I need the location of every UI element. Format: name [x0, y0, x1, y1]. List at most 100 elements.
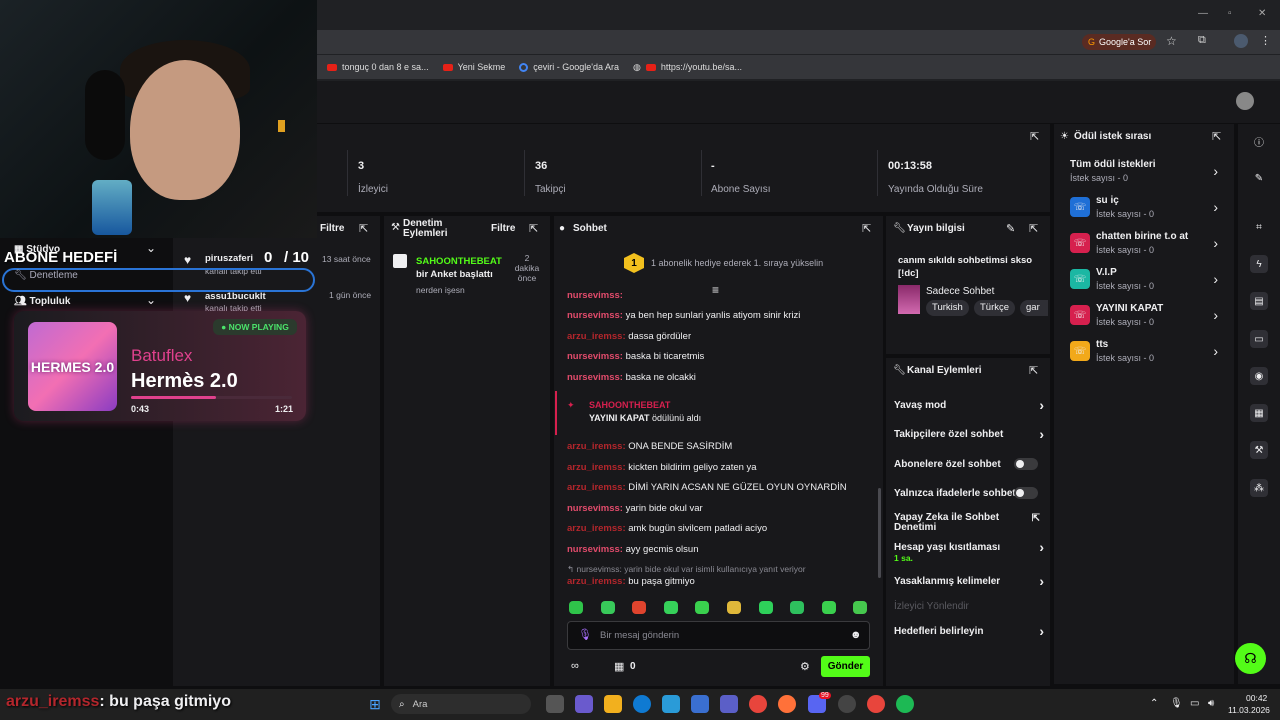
- reward-count: İstek sayısı - 0: [1096, 317, 1155, 327]
- bookmark-item[interactable]: çeviri - Google'da Ara: [519, 62, 619, 72]
- popout-icon[interactable]: ⇱: [1029, 222, 1038, 235]
- reward-item[interactable]: ☏ su iç İstek sayısı - 0 ›: [1068, 195, 1228, 225]
- reward-item[interactable]: ☏ V.I.P İstek sayısı - 0 ›: [1068, 267, 1228, 297]
- firefox-icon[interactable]: [778, 695, 796, 713]
- minimize-icon[interactable]: —: [1198, 8, 1208, 19]
- filter-icon[interactable]: ≡: [712, 283, 719, 297]
- broadcast-icon[interactable]: ◉: [1250, 367, 1268, 385]
- emote-icon[interactable]: [663, 601, 678, 614]
- edge-icon[interactable]: [633, 695, 651, 713]
- chat-text: ya ben hep sunlari yanlis atiyom sinir k…: [625, 310, 801, 321]
- popout-icon[interactable]: ⇱: [862, 222, 871, 235]
- star-icon[interactable]: ☆: [1166, 34, 1177, 48]
- chat-scrollbar[interactable]: [878, 488, 881, 578]
- toggle-switch[interactable]: [1014, 487, 1038, 499]
- emote-icon[interactable]: [790, 601, 805, 614]
- notification-badge: 99: [819, 692, 831, 699]
- store-icon[interactable]: ▦: [614, 660, 624, 673]
- chevron-up-icon[interactable]: ⌃: [1150, 698, 1158, 709]
- layout-icon[interactable]: ▦: [1250, 404, 1268, 422]
- popout-icon[interactable]: ⇱: [359, 222, 368, 235]
- pen-icon[interactable]: ✎: [1250, 169, 1268, 187]
- obs-icon[interactable]: [838, 695, 856, 713]
- chrome-icon[interactable]: [749, 695, 767, 713]
- edit-icon[interactable]: ✎: [1006, 222, 1015, 235]
- tag[interactable]: Türkçe: [974, 300, 1016, 316]
- microphone-icon[interactable]: 🎙︎: [578, 628, 592, 641]
- popout-icon[interactable]: ⇱: [1212, 130, 1221, 143]
- copilot-icon[interactable]: [575, 695, 593, 713]
- bolt-icon[interactable]: ϟ: [1250, 255, 1268, 273]
- popout-icon[interactable]: ⇱: [529, 222, 538, 235]
- channel-action-item[interactable]: Takipçilere özel sohbet ›: [894, 426, 1044, 442]
- avatar[interactable]: [1236, 92, 1254, 110]
- folder-icon[interactable]: [604, 695, 622, 713]
- mail-icon[interactable]: [691, 695, 709, 713]
- support-button[interactable]: ☊: [1235, 643, 1266, 674]
- reward-item[interactable]: ☏ chatten birine t.o at İstek sayısı - 0 ›: [1068, 231, 1228, 261]
- bookmark-item[interactable]: Yeni Sekme: [442, 62, 505, 72]
- emote-icon[interactable]: [727, 601, 741, 614]
- info-icon[interactable]: ⓘ: [1250, 132, 1268, 150]
- teams-icon[interactable]: [720, 695, 738, 713]
- maximize-icon[interactable]: ▫: [1228, 8, 1232, 19]
- chevron-down-icon[interactable]: ⌄: [146, 293, 156, 307]
- channel-action-item[interactable]: Yavaş mod ›: [894, 397, 1044, 413]
- chat-username: arzu_iremss:: [567, 523, 626, 535]
- divider: [701, 150, 702, 196]
- reward-item[interactable]: ☏ tts İstek sayısı - 0 ›: [1068, 339, 1228, 369]
- sidebar-item-community[interactable]: 👥︎ Topluluk: [14, 296, 70, 307]
- reward-item[interactable]: ☏ YAYINI KAPAT İstek sayısı - 0 ›: [1068, 303, 1228, 333]
- emote-icon[interactable]: [600, 601, 615, 614]
- chat-message: arzu_iremss: dassa gördüler: [567, 331, 877, 342]
- store-icon[interactable]: [662, 695, 680, 713]
- emote-icon[interactable]: [758, 601, 773, 614]
- reward-all-requests[interactable]: Tüm ödül istekleri İstek sayısı - 0 ›: [1068, 159, 1228, 189]
- chat-bubble-icon[interactable]: ▭: [1250, 330, 1268, 348]
- chrome-icon[interactable]: [867, 695, 885, 713]
- moderation-filter-button[interactable]: Filtre: [491, 223, 515, 234]
- emote-icon[interactable]: [853, 601, 868, 614]
- taskbar-search[interactable]: ⌕ Ara: [391, 694, 531, 714]
- emote-icon[interactable]: [821, 601, 836, 614]
- popout-icon[interactable]: ⇱: [1029, 364, 1038, 377]
- speaker-icon[interactable]: 🔊︎: [1208, 698, 1214, 709]
- emote-icon[interactable]: [632, 601, 647, 614]
- task-view-icon[interactable]: [546, 695, 564, 713]
- extensions-icon[interactable]: ⧉: [1198, 34, 1206, 47]
- reward-icon: ☀: [1060, 131, 1069, 142]
- monitor-icon[interactable]: ▭: [1190, 698, 1199, 709]
- google-ask-button[interactable]: G Google'a Sor: [1082, 34, 1156, 50]
- channel-action-item[interactable]: Yasaklanmış kelimeler ›: [894, 573, 1044, 589]
- document-icon[interactable]: ▤: [1250, 292, 1268, 310]
- channel-action-item[interactable]: Yalnızca ifadelerle sohbet: [894, 487, 1044, 499]
- gear-icon[interactable]: ⚙: [800, 660, 810, 673]
- channel-action-item[interactable]: Yapay Zeka ile Sohbet Denetimi ⇱: [894, 513, 1044, 533]
- apps-icon[interactable]: ⁂: [1250, 479, 1268, 497]
- chevron-down-icon[interactable]: ⌄: [146, 241, 156, 255]
- spotify-icon[interactable]: [896, 695, 914, 713]
- microphone-icon[interactable]: 🎙︎: [1170, 698, 1183, 709]
- chat-input-placeholder: Bir mesaj gönderin: [600, 630, 680, 641]
- menu-icon[interactable]: ⋮: [1260, 34, 1271, 47]
- popout-icon[interactable]: ⇱: [1030, 130, 1039, 143]
- tag[interactable]: gar: [1020, 300, 1048, 316]
- bookmark-item[interactable]: ◍ https://youtu.be/sa...: [633, 62, 742, 73]
- activity-filter-button[interactable]: Filtre: [320, 223, 344, 234]
- wrench-icon[interactable]: ⚒: [1250, 441, 1268, 459]
- clock-date: 11.03.2026: [1228, 705, 1270, 715]
- bookmark-item[interactable]: tonguç 0 dan 8 e sa...: [327, 62, 429, 72]
- channel-action-item[interactable]: Hedefleri belirleyin ›: [894, 623, 1044, 639]
- profile-icon[interactable]: [1234, 34, 1248, 48]
- tag[interactable]: Turkish: [926, 300, 969, 316]
- channel-action-item[interactable]: Hesap yaşı kısıtlaması 1 sa. ›: [894, 539, 1044, 563]
- emote-icon[interactable]: [569, 601, 583, 614]
- emote-icon[interactable]: [695, 601, 710, 614]
- windows-start-icon[interactable]: ⊞: [366, 695, 384, 713]
- emoji-icon[interactable]: ☻: [850, 629, 862, 641]
- send-button[interactable]: Gönder: [821, 656, 870, 677]
- capture-icon[interactable]: ⌗: [1250, 218, 1268, 236]
- channel-action-item[interactable]: Abonelere özel sohbet: [894, 458, 1044, 470]
- close-icon[interactable]: ✕: [1258, 8, 1266, 19]
- toggle-switch[interactable]: [1014, 458, 1038, 470]
